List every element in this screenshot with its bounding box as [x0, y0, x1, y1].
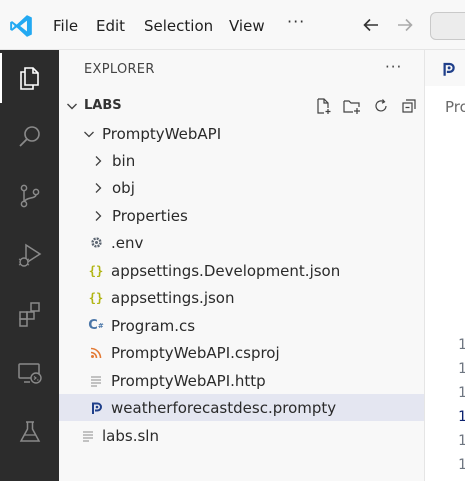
- tree-item-label: PromptyWebAPI.http: [111, 371, 266, 390]
- vscode-window: File Edit Selection View ··· EXPLORER ··…: [0, 0, 465, 481]
- chevron-down-icon: [84, 131, 94, 137]
- tree-item-label: Properties: [112, 206, 188, 225]
- activity-explorer[interactable]: [0, 53, 59, 103]
- tree-item-csproj[interactable]: PromptyWebAPI.csproj: [59, 339, 424, 366]
- tree-item-label: appsettings.Development.json: [111, 261, 341, 280]
- tree-item-program-cs[interactable]: C # Program.cs: [59, 312, 424, 339]
- new-folder-icon[interactable]: [342, 97, 362, 115]
- tree-item-appsettings-development[interactable]: {} appsettings.Development.json: [59, 257, 424, 284]
- activity-run-debug[interactable]: [0, 230, 59, 280]
- menu-edit[interactable]: Edit: [96, 16, 125, 36]
- explorer-more-button[interactable]: ···: [385, 58, 402, 76]
- rss-file-icon: [88, 345, 104, 361]
- editor-tab-bar: [425, 50, 465, 86]
- lines-file-icon: [80, 428, 96, 444]
- back-arrow-icon[interactable]: [360, 14, 382, 36]
- chevron-down-icon: [67, 103, 77, 109]
- new-file-icon[interactable]: [314, 97, 332, 115]
- files-icon: [19, 67, 39, 90]
- activity-remote-explorer[interactable]: [0, 348, 59, 398]
- activity-extensions[interactable]: [0, 289, 59, 339]
- activity-testing[interactable]: [0, 407, 59, 457]
- line-number: 1: [458, 385, 465, 401]
- search-icon: [18, 126, 40, 147]
- collapse-all-icon[interactable]: [400, 97, 418, 115]
- extensions-icon: [18, 302, 40, 327]
- tree-item-prompty[interactable]: weatherforecastdesc.prompty: [59, 394, 424, 421]
- tree-item-label: PromptyWebAPI: [102, 124, 222, 143]
- active-indicator: [0, 53, 2, 103]
- activity-search[interactable]: [0, 112, 59, 162]
- vscode-logo-icon: [10, 15, 32, 37]
- run-debug-icon: [18, 243, 41, 267]
- json-file-icon: {}: [88, 263, 104, 278]
- command-center-search[interactable]: [430, 12, 465, 40]
- menu-file[interactable]: File: [53, 16, 78, 36]
- chevron-right-icon: [95, 155, 102, 166]
- editor-area: Pro 1 1 1 1 1 1: [424, 50, 465, 481]
- refresh-icon[interactable]: [372, 97, 390, 115]
- menu-selection[interactable]: Selection: [144, 16, 213, 36]
- tree-item-env[interactable]: .env: [59, 229, 424, 256]
- tree-item-bin[interactable]: bin: [59, 147, 424, 174]
- explorer-title: EXPLORER: [84, 62, 155, 77]
- tree-item-label: .env: [111, 233, 144, 252]
- tree-item-label: PromptyWebAPI.csproj: [111, 343, 280, 362]
- chevron-right-icon: [95, 210, 102, 221]
- activity-bar: [0, 50, 59, 481]
- tree-item-label: Program.cs: [111, 316, 196, 335]
- prompty-file-icon: [88, 400, 104, 416]
- line-number: 1: [458, 409, 465, 425]
- remote-explorer-icon: [17, 363, 42, 384]
- flask-icon: [19, 421, 40, 442]
- tree-item-label: labs.sln: [102, 426, 159, 445]
- menu-view[interactable]: View: [229, 16, 265, 36]
- tree-item-labs-sln[interactable]: labs.sln: [59, 422, 424, 449]
- source-control-icon: [20, 184, 39, 208]
- explorer-sidebar: EXPLORER ··· LABS PromptyWebAPI bin obj …: [59, 50, 424, 481]
- tree-item-label: bin: [112, 151, 136, 170]
- prompty-file-icon[interactable]: [439, 60, 457, 78]
- workspace-section-header[interactable]: LABS: [59, 92, 424, 119]
- tree-item-http[interactable]: PromptyWebAPI.http: [59, 367, 424, 394]
- title-bar: File Edit Selection View ···: [0, 0, 465, 50]
- tree-item-promptywebapi[interactable]: PromptyWebAPI: [59, 120, 424, 147]
- line-number: 1: [458, 433, 465, 449]
- editor-breadcrumb[interactable]: Pro: [445, 98, 465, 116]
- menu-more-button[interactable]: ···: [287, 12, 305, 31]
- explorer-actions: [314, 92, 418, 119]
- line-number: 1: [458, 361, 465, 377]
- workspace-label: LABS: [84, 98, 122, 113]
- json-file-icon: {}: [88, 290, 104, 305]
- csharp-file-icon: C #: [88, 318, 104, 333]
- tree-item-label: appsettings.json: [111, 288, 235, 307]
- activity-source-control[interactable]: [0, 171, 59, 221]
- tree-item-label: weatherforecastdesc.prompty: [111, 398, 337, 417]
- line-number: 1: [458, 337, 465, 353]
- chevron-right-icon: [95, 182, 102, 193]
- forward-arrow-icon[interactable]: [394, 14, 416, 36]
- tree-item-label: obj: [112, 178, 135, 197]
- tree-item-appsettings[interactable]: {} appsettings.json: [59, 284, 424, 311]
- line-number: 1: [458, 457, 465, 473]
- tree-item-properties[interactable]: Properties: [59, 202, 424, 229]
- lines-file-icon: [88, 373, 104, 389]
- gear-file-icon: [88, 235, 104, 251]
- tree-item-obj[interactable]: obj: [59, 174, 424, 201]
